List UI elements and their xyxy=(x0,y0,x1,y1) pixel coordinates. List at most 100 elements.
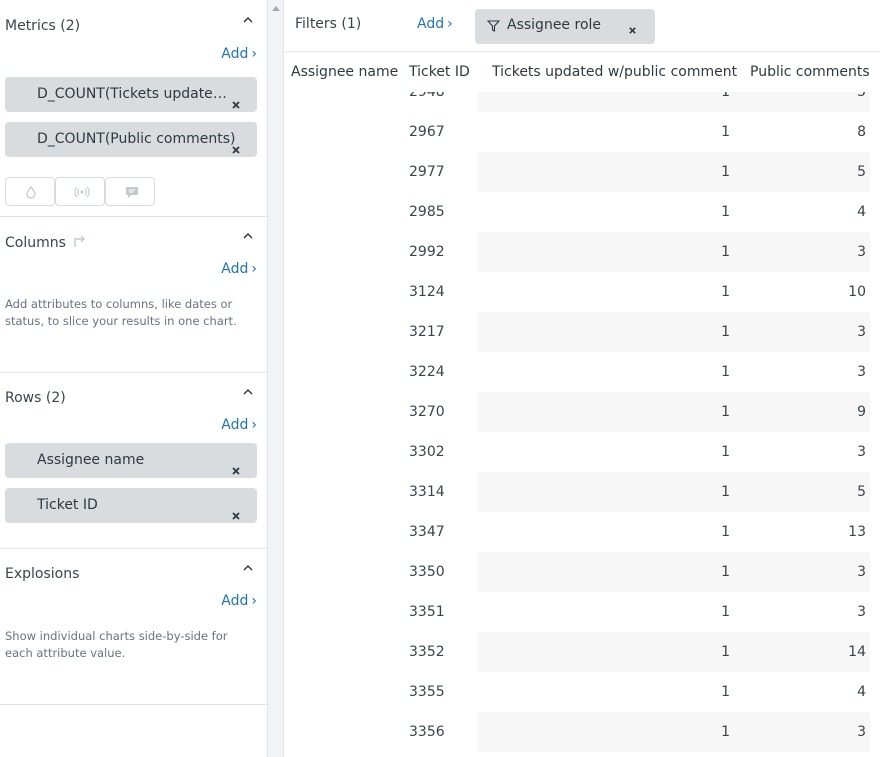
filter-chip-assignee-role[interactable]: Assignee role xyxy=(475,9,655,44)
row-band xyxy=(478,92,870,112)
tickets-updated-cell: 1 xyxy=(721,644,730,660)
table-row: 3224 1 3 xyxy=(285,352,880,392)
tickets-updated-cell: 1 xyxy=(721,604,730,620)
drop-icon-button[interactable] xyxy=(5,177,55,206)
swap-icon[interactable] xyxy=(72,234,88,252)
explosions-add-link[interactable]: Add › xyxy=(221,593,257,609)
ticket-id-cell: 3347 xyxy=(409,524,445,540)
remove-metric-icon[interactable] xyxy=(231,89,241,109)
metric-pill-label: D_COUNT(Public comments) xyxy=(37,131,236,147)
rows-title: Rows (2) xyxy=(5,390,66,406)
columns-title: Columns xyxy=(5,234,88,252)
ticket-id-cell: 3356 xyxy=(409,724,445,740)
row-band xyxy=(478,512,870,552)
row-band xyxy=(478,152,870,192)
tickets-updated-cell: 1 xyxy=(721,364,730,380)
collapse-columns-caret-icon[interactable] xyxy=(242,232,254,244)
table-row: 3351 1 3 xyxy=(285,592,880,632)
table-row: 2985 1 4 xyxy=(285,192,880,232)
table-row: 2967 1 8 xyxy=(285,112,880,152)
ticket-id-cell: 3217 xyxy=(409,324,445,340)
tickets-updated-cell: 1 xyxy=(721,484,730,500)
filter-funnel-icon xyxy=(486,20,501,36)
row-band xyxy=(478,552,870,592)
tickets-updated-cell: 1 xyxy=(721,404,730,420)
drop-icon xyxy=(26,186,36,199)
panel-scrollbar[interactable] xyxy=(267,0,284,757)
column-header-public-comments[interactable]: Public comments xyxy=(750,64,870,80)
ticket-id-cell: 3355 xyxy=(409,684,445,700)
collapse-explosions-caret-icon[interactable] xyxy=(242,564,254,576)
row-band xyxy=(478,592,870,632)
table-row: 3217 1 3 xyxy=(285,312,880,352)
table-row: 2977 1 5 xyxy=(285,152,880,192)
row-pill-label: Ticket ID xyxy=(37,497,98,513)
comment-icon xyxy=(126,187,138,198)
row-band xyxy=(478,352,870,392)
public-comments-cell: 14 xyxy=(848,644,866,660)
public-comments-cell: 5 xyxy=(857,164,866,180)
public-comments-cell: 5 xyxy=(857,484,866,500)
tickets-updated-cell: 1 xyxy=(721,92,730,100)
remove-filter-icon[interactable] xyxy=(628,23,637,34)
row-band xyxy=(478,192,870,232)
broadcast-icon-button[interactable] xyxy=(55,177,105,206)
public-comments-cell: 3 xyxy=(857,244,866,260)
results-area: Filters (1) Add › Assignee role Assignee … xyxy=(285,0,880,757)
rows-section: Rows (2) Add › Assignee name Ticket ID xyxy=(0,373,267,549)
row-band xyxy=(478,672,870,712)
row-band xyxy=(478,272,870,312)
row-pill-label: Assignee name xyxy=(37,452,145,468)
scroll-up-arrow-icon[interactable] xyxy=(272,6,280,11)
public-comments-cell: 3 xyxy=(857,324,866,340)
metric-pill-tickets-updated[interactable]: D_COUNT(Tickets updated w/public comment… xyxy=(5,77,257,112)
ticket-id-cell: 3352 xyxy=(409,644,445,660)
remove-row-icon[interactable] xyxy=(231,455,241,475)
row-pill-assignee-name[interactable]: Assignee name xyxy=(5,443,257,478)
row-band xyxy=(478,232,870,272)
row-pill-ticket-id[interactable]: Ticket ID xyxy=(5,488,257,523)
row-band xyxy=(478,392,870,432)
table-row: 3302 1 3 xyxy=(285,432,880,472)
columns-add-link[interactable]: Add › xyxy=(221,261,257,277)
metrics-add-link[interactable]: Add › xyxy=(221,46,257,62)
public-comments-cell: 10 xyxy=(848,284,866,300)
ticket-id-cell: 3350 xyxy=(409,564,445,580)
table-row: 2948 1 5 xyxy=(285,92,880,112)
metric-pill-label: D_COUNT(Tickets updated w/public comment… xyxy=(37,86,229,102)
public-comments-cell: 4 xyxy=(857,684,866,700)
ticket-id-cell: 2967 xyxy=(409,124,445,140)
ticket-id-cell: 3224 xyxy=(409,364,445,380)
table-body: 2948 1 5 2967 1 8 2977 1 5 2985 1 4 2992 1 3 3124 1 10 321… xyxy=(285,92,880,757)
public-comments-cell: 13 xyxy=(848,524,866,540)
rows-add-link[interactable]: Add › xyxy=(221,417,257,433)
columns-section: Columns Add › Add attributes to columns, … xyxy=(0,217,267,373)
tickets-updated-cell: 1 xyxy=(721,244,730,260)
column-header-ticket-id[interactable]: Ticket ID xyxy=(409,64,470,80)
ticket-id-cell: 2948 xyxy=(409,92,445,100)
table-row: 3314 1 5 xyxy=(285,472,880,512)
explosions-title: Explosions xyxy=(5,566,80,582)
collapse-rows-caret-icon[interactable] xyxy=(242,388,254,400)
filter-chip-label: Assignee role xyxy=(507,17,602,33)
remove-row-icon[interactable] xyxy=(231,500,241,520)
column-header-tickets-updated[interactable]: Tickets updated w/public comment xyxy=(492,64,737,80)
explosions-hint: Show individual charts side-by-side for … xyxy=(5,629,228,660)
column-header-assignee-name[interactable]: Assignee name xyxy=(291,64,398,80)
public-comments-cell: 9 xyxy=(857,404,866,420)
filters-add-link[interactable]: Add › xyxy=(417,16,453,32)
row-band xyxy=(478,712,870,752)
ticket-id-cell: 3314 xyxy=(409,484,445,500)
metric-pill-public-comments[interactable]: D_COUNT(Public comments) xyxy=(5,122,257,157)
public-comments-cell: 3 xyxy=(857,444,866,460)
remove-metric-icon[interactable] xyxy=(231,134,241,154)
explosions-section: Explosions Add › Show individual charts s… xyxy=(0,549,267,705)
tickets-updated-cell: 1 xyxy=(721,724,730,740)
query-builder-panel: Metrics (2) Add › D_COUNT(Tickets updated… xyxy=(0,0,267,757)
collapse-metrics-caret-icon[interactable] xyxy=(242,16,254,28)
tickets-updated-cell: 1 xyxy=(721,444,730,460)
comment-icon-button[interactable] xyxy=(105,177,155,206)
tickets-updated-cell: 1 xyxy=(721,564,730,580)
tickets-updated-cell: 1 xyxy=(721,524,730,540)
table-row: 3270 1 9 xyxy=(285,392,880,432)
